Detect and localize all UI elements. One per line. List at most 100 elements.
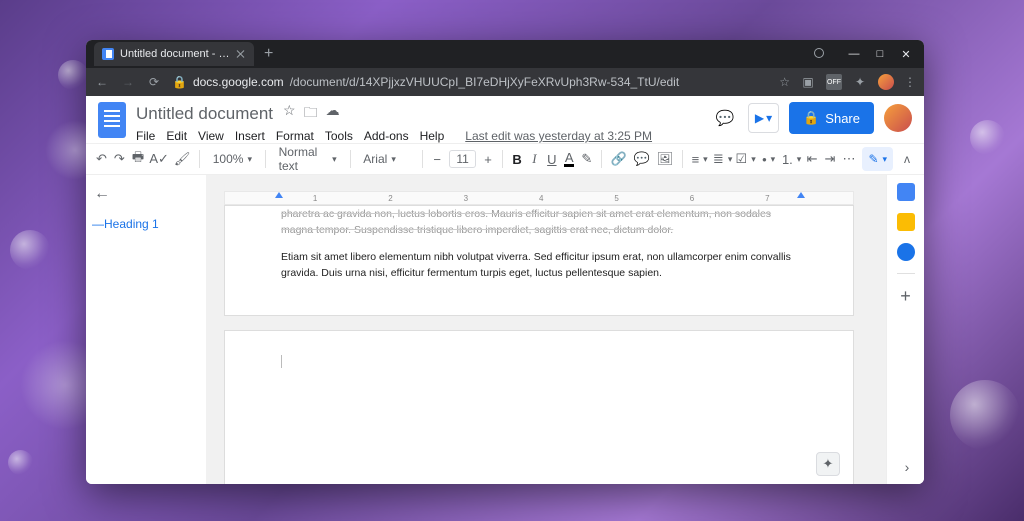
line-spacing-dropdown[interactable]: ≣ <box>715 151 731 167</box>
spellcheck-button[interactable]: A✓ <box>151 151 167 167</box>
more-formatting-button[interactable]: ⋯ <box>842 151 855 167</box>
docs-logo-icon[interactable] <box>98 102 126 138</box>
checklist-button[interactable]: ☑ <box>738 151 754 167</box>
bookmark-star-icon[interactable]: ☆ <box>779 75 790 89</box>
workspace: ← Heading 1 1 2 3 4 5 6 7 pharetra ac gr… <box>86 175 924 484</box>
new-tab-button[interactable]: + <box>254 46 283 62</box>
paint-format-button[interactable]: 🖌 <box>174 151 190 167</box>
menu-insert[interactable]: Insert <box>235 129 265 143</box>
bulleted-list-button[interactable]: • <box>761 151 777 167</box>
ruler-tick: 1 <box>313 194 317 203</box>
tab-title: Untitled document - Google Doc <box>120 48 230 60</box>
document-canvas[interactable]: 1 2 3 4 5 6 7 pharetra ac gravida non, l… <box>206 175 886 484</box>
paragraph-text[interactable]: Etiam sit amet libero elementum nibh vol… <box>281 249 797 282</box>
highlight-button[interactable]: ✎ <box>581 151 592 167</box>
underline-button[interactable]: U <box>547 151 557 167</box>
present-button[interactable]: ▶ ▾ <box>748 103 779 133</box>
right-indent-marker-icon[interactable] <box>797 192 807 202</box>
keep-app-icon[interactable] <box>897 213 915 231</box>
bold-button[interactable]: B <box>512 151 522 167</box>
share-lock-icon: 🔒 <box>803 110 819 126</box>
ruler-tick: 4 <box>539 194 543 203</box>
collapse-toolbar-button[interactable]: ʌ <box>900 152 914 166</box>
paragraph-text[interactable]: pharetra ac gravida non, luctus lobortis… <box>281 206 797 239</box>
font-size-decrease[interactable]: − <box>432 151 442 167</box>
browser-window: Untitled document - Google Doc + — □ ✕ ←… <box>86 40 924 484</box>
move-document-icon[interactable]: 🗀 <box>304 102 318 126</box>
font-size-input[interactable]: 11 <box>449 150 475 168</box>
separator <box>350 150 351 168</box>
ruler-tick: 5 <box>614 194 618 203</box>
separator <box>502 150 503 168</box>
account-avatar[interactable] <box>884 104 912 132</box>
cloud-status-icon[interactable]: ☁ <box>326 102 340 126</box>
undo-button[interactable]: ↶ <box>96 151 107 167</box>
profile-indicator-icon[interactable] <box>814 48 824 58</box>
text-color-button[interactable]: A <box>564 151 574 167</box>
font-dropdown[interactable]: Arial <box>359 152 413 166</box>
window-minimize-button[interactable]: — <box>848 48 860 60</box>
nav-forward-button[interactable]: → <box>120 75 136 89</box>
extensions-puzzle-icon[interactable]: ✦ <box>852 74 868 90</box>
horizontal-ruler[interactable]: 1 2 3 4 5 6 7 <box>224 191 854 205</box>
align-dropdown[interactable]: ≡ <box>692 151 708 167</box>
extension-tag-icon[interactable]: ▣ <box>800 74 816 90</box>
menu-help[interactable]: Help <box>420 129 445 143</box>
window-maximize-button[interactable]: □ <box>874 48 886 60</box>
redo-button[interactable]: ↷ <box>114 151 125 167</box>
text-cursor <box>281 355 282 368</box>
nav-reload-button[interactable]: ⟳ <box>146 75 162 89</box>
document-title[interactable]: Untitled document <box>136 104 273 124</box>
side-panel: + <box>886 175 924 484</box>
url-box[interactable]: 🔒 docs.google.com/document/d/14XPjjxzVHU… <box>172 75 769 89</box>
insert-link-button[interactable]: 🔗 <box>611 151 627 167</box>
extension-off-icon[interactable]: OFF <box>826 74 842 90</box>
insert-image-button[interactable]: 🖼 <box>657 151 673 167</box>
document-outline: ← Heading 1 <box>86 175 206 484</box>
document-page-1[interactable]: pharetra ac gravida non, luctus lobortis… <box>224 205 854 316</box>
nav-back-button[interactable]: ← <box>94 75 110 89</box>
browser-tab[interactable]: Untitled document - Google Doc <box>94 42 254 66</box>
menu-file[interactable]: File <box>136 129 155 143</box>
separator <box>601 150 602 168</box>
hide-side-panel-button[interactable]: › <box>896 456 918 478</box>
document-page-2[interactable] <box>224 330 854 484</box>
last-edit-link[interactable]: Last edit was yesterday at 3:25 PM <box>465 129 652 143</box>
window-close-button[interactable]: ✕ <box>900 48 912 60</box>
separator <box>422 150 423 168</box>
separator <box>199 150 200 168</box>
editing-mode-dropdown[interactable]: ✎ <box>862 147 893 171</box>
font-size-increase[interactable]: + <box>483 151 493 167</box>
menu-bar: File Edit View Insert Format Tools Add-o… <box>136 129 652 143</box>
lock-icon: 🔒 <box>172 75 187 89</box>
numbered-list-button[interactable]: 1. <box>784 151 800 167</box>
ruler-tick: 7 <box>765 194 769 203</box>
menu-edit[interactable]: Edit <box>166 129 187 143</box>
zoom-dropdown[interactable]: 100% <box>209 152 256 166</box>
decrease-indent-button[interactable]: ⇤ <box>807 151 818 167</box>
ruler-tick: 3 <box>464 194 468 203</box>
browser-menu-icon[interactable]: ⋮ <box>904 75 916 89</box>
explore-button[interactable]: ✦ <box>816 452 840 476</box>
add-comment-button[interactable]: 💬 <box>634 151 650 167</box>
style-dropdown[interactable]: Normal text <box>275 145 341 173</box>
tasks-app-icon[interactable] <box>897 243 915 261</box>
increase-indent-button[interactable]: ⇥ <box>825 151 836 167</box>
menu-addons[interactable]: Add-ons <box>364 129 409 143</box>
italic-button[interactable]: I <box>529 151 539 167</box>
star-document-icon[interactable]: ☆ <box>283 102 296 126</box>
comment-history-button[interactable]: 💬 <box>712 105 738 131</box>
tab-strip: Untitled document - Google Doc + — □ ✕ <box>86 40 924 68</box>
outline-close-button[interactable]: ← <box>94 185 198 203</box>
menu-view[interactable]: View <box>198 129 224 143</box>
calendar-app-icon[interactable] <box>897 183 915 201</box>
add-addon-button[interactable]: + <box>900 286 911 307</box>
tab-close-icon[interactable] <box>236 49 246 59</box>
menu-format[interactable]: Format <box>276 129 314 143</box>
menu-tools[interactable]: Tools <box>325 129 353 143</box>
outline-heading-1[interactable]: Heading 1 <box>94 217 198 231</box>
share-button[interactable]: 🔒 Share <box>789 102 874 134</box>
profile-avatar-icon[interactable] <box>878 74 894 90</box>
left-indent-marker-icon[interactable] <box>275 192 285 202</box>
print-button[interactable]: 🖶 <box>132 151 144 167</box>
